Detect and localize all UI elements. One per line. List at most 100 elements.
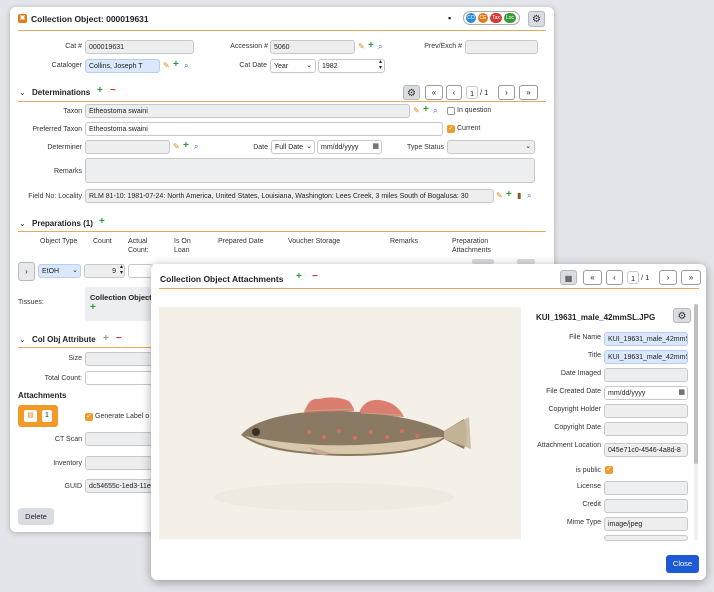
detail-label: License bbox=[576, 483, 601, 490]
determiner-add-icon[interactable]: + bbox=[183, 141, 189, 151]
dialog-first-button[interactable]: « bbox=[583, 270, 602, 285]
attachment-settings-gear-icon[interactable]: ⚙ bbox=[673, 308, 691, 323]
badge-tax-icon[interactable]: Tax bbox=[490, 13, 502, 23]
det-next-button[interactable]: › bbox=[498, 85, 515, 100]
current-label: Current bbox=[457, 125, 481, 132]
chevron-down-icon: ⌄ bbox=[72, 267, 78, 274]
detail-field[interactable]: KUI_19631_male_42mmS bbox=[604, 332, 688, 346]
inventory-field[interactable] bbox=[85, 456, 155, 470]
dialog-last-button[interactable]: » bbox=[681, 270, 701, 285]
close-button[interactable]: Close bbox=[666, 555, 699, 573]
detail-field-partial[interactable] bbox=[604, 535, 688, 541]
cat-date-precision-select[interactable]: Year ⌄ bbox=[270, 59, 316, 73]
guid-field[interactable]: dc54655c-1ed3-11e bbox=[85, 479, 155, 493]
in-question-checkbox[interactable] bbox=[447, 107, 455, 115]
col-obj-attr-collapse-icon[interactable]: ⌄ bbox=[19, 335, 26, 344]
size-field[interactable] bbox=[85, 352, 155, 366]
detail-field[interactable] bbox=[604, 481, 688, 495]
determiner-field[interactable] bbox=[85, 140, 170, 154]
ct-scan-field[interactable] bbox=[85, 432, 155, 446]
field-locality-label: Field No: Locality bbox=[28, 193, 82, 200]
remarks-label: Remarks bbox=[53, 168, 82, 175]
det-page-total: / 1 bbox=[480, 88, 489, 97]
cataloger-label: Cataloger bbox=[51, 62, 82, 69]
total-count-field[interactable] bbox=[85, 371, 155, 385]
determinations-settings-gear-icon[interactable]: ⚙ bbox=[403, 85, 420, 100]
current-checkbox[interactable]: ✓ bbox=[447, 125, 455, 133]
taxon-field[interactable]: Etheostoma swaini bbox=[85, 104, 410, 118]
locality-search-icon[interactable]: ⌕ bbox=[527, 191, 531, 201]
detail-field[interactable] bbox=[604, 368, 688, 382]
is-public-checkbox[interactable]: ✓ bbox=[605, 466, 613, 474]
determinations-remove-icon[interactable]: − bbox=[110, 86, 116, 96]
calendar-icon: ▦ bbox=[372, 143, 379, 150]
cataloger-edit-icon[interactable]: ✎ bbox=[163, 61, 170, 71]
det-prev-button[interactable]: ‹ bbox=[446, 85, 462, 100]
cat-num-field[interactable]: 000019631 bbox=[85, 40, 194, 54]
preparations-collapse-icon[interactable]: ⌄ bbox=[19, 219, 26, 228]
taxon-edit-icon[interactable]: ✎ bbox=[413, 106, 420, 116]
prep-object-type-select[interactable]: EtOH ⌄ bbox=[38, 264, 81, 278]
badge-ce-icon[interactable]: CE bbox=[478, 13, 488, 23]
det-date-precision-select[interactable]: Full Date ⌄ bbox=[271, 140, 315, 154]
type-status-select[interactable]: ⌄ bbox=[447, 140, 535, 154]
chevron-down-icon: ⌄ bbox=[525, 143, 531, 150]
dialog-page-input[interactable]: 1 bbox=[627, 271, 639, 284]
col-obj-attr-remove-icon[interactable]: − bbox=[116, 334, 122, 344]
determiner-edit-icon[interactable]: ✎ bbox=[173, 142, 180, 152]
dialog-next-button[interactable]: › bbox=[659, 270, 677, 285]
prep-count-input[interactable]: 9 ▴ ▾ bbox=[84, 264, 125, 278]
badge-co-icon[interactable]: CO bbox=[466, 13, 476, 23]
dialog-add-icon[interactable]: + bbox=[296, 272, 302, 282]
preparations-add-icon[interactable]: + bbox=[99, 217, 105, 227]
attachments-heading: Attachments bbox=[18, 391, 67, 400]
determinations-add-icon[interactable]: + bbox=[97, 86, 103, 96]
cat-date-year-input[interactable]: 1982 ▴ ▾ bbox=[318, 59, 385, 73]
badge-loc-icon[interactable]: Loc bbox=[504, 13, 516, 23]
dialog-prev-button[interactable]: ‹ bbox=[606, 270, 623, 285]
cataloger-add-icon[interactable]: + bbox=[173, 60, 179, 70]
accession-add-icon[interactable]: + bbox=[368, 41, 374, 51]
col-obj-attr-add-icon[interactable]: + bbox=[103, 334, 109, 344]
field-locality-field[interactable]: RLM 81-10: 1981-07-24: North America, Un… bbox=[85, 189, 494, 203]
detail-field[interactable]: KUI_19631_male_42mmS bbox=[604, 350, 688, 364]
locality-edit-icon[interactable]: ✎ bbox=[496, 191, 503, 201]
dialog-remove-icon[interactable]: − bbox=[312, 272, 318, 282]
determinations-collapse-icon[interactable]: ⌄ bbox=[19, 88, 26, 97]
accession-edit-icon[interactable]: ✎ bbox=[358, 42, 365, 52]
determiner-search-icon[interactable]: ⌕ bbox=[194, 142, 198, 152]
determinations-heading: Determinations bbox=[32, 88, 91, 97]
cataloger-search-icon[interactable]: ⌕ bbox=[184, 61, 188, 71]
prep-actual-count-input[interactable] bbox=[128, 264, 153, 278]
prep-expand-button[interactable]: › bbox=[18, 262, 35, 281]
det-page-input[interactable]: 1 bbox=[466, 86, 478, 99]
detail-field[interactable] bbox=[604, 422, 688, 436]
det-first-button[interactable]: « bbox=[425, 85, 443, 100]
col-obj-attr-heading: Col Obj Attribute bbox=[32, 335, 96, 344]
det-last-button[interactable]: » bbox=[519, 85, 538, 100]
preferred-taxon-field[interactable]: Etheostoma swaini bbox=[85, 122, 443, 136]
detail-field[interactable] bbox=[604, 404, 688, 418]
col-is-on-loan: Is On Loan bbox=[174, 238, 191, 254]
cataloger-field[interactable]: Collins, Joseph T bbox=[85, 59, 160, 73]
accession-search-icon[interactable]: ⌕ bbox=[378, 42, 382, 52]
prevexch-field[interactable] bbox=[465, 40, 538, 54]
delete-button[interactable]: Delete bbox=[18, 508, 54, 525]
details-scrollbar-thumb[interactable] bbox=[694, 304, 698, 464]
detail-field[interactable]: mm/dd/yyyy ▦ bbox=[604, 386, 688, 400]
clipboard-icon[interactable]: ▮ bbox=[517, 191, 521, 201]
detail-field[interactable]: 045e71c0-4546-4a8d-8 bbox=[604, 443, 688, 457]
tissues-add-icon[interactable]: + bbox=[90, 303, 96, 313]
accession-field[interactable]: 5060 bbox=[270, 40, 355, 54]
locality-add-icon[interactable]: + bbox=[506, 190, 512, 200]
taxon-add-icon[interactable]: + bbox=[423, 105, 429, 115]
remarks-textarea[interactable] bbox=[85, 158, 535, 183]
form-settings-gear-icon[interactable]: ⚙ bbox=[528, 11, 545, 27]
dialog-grid-view-icon[interactable]: ▦ bbox=[560, 270, 577, 285]
taxon-search-icon[interactable]: ⌕ bbox=[433, 106, 437, 116]
detail-field[interactable]: image/jpeg bbox=[604, 517, 688, 531]
detail-field[interactable] bbox=[604, 499, 688, 513]
det-date-input[interactable]: mm/dd/yyyy ▦ bbox=[317, 140, 382, 154]
image-icon[interactable]: ▪ bbox=[448, 13, 451, 23]
generate-label-checkbox[interactable]: ✓ bbox=[85, 413, 93, 421]
